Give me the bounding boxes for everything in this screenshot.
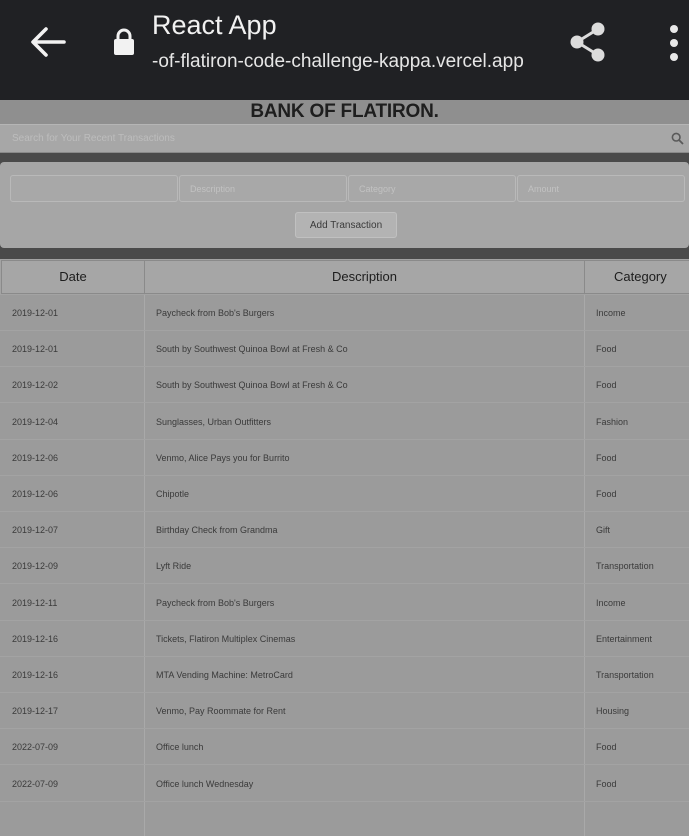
column-header-category[interactable]: Category xyxy=(584,260,689,294)
search-input[interactable] xyxy=(0,125,665,152)
cell-description: South by Southwest Quinoa Bowl at Fresh … xyxy=(156,344,348,355)
search-icon[interactable] xyxy=(671,132,684,145)
share-icon[interactable] xyxy=(566,20,610,64)
cell-description: Birthday Check from Grandma xyxy=(156,525,278,536)
cell-description: Office lunch xyxy=(156,742,204,753)
cell-category: Food xyxy=(596,742,617,753)
date-field[interactable] xyxy=(10,175,178,202)
cell-description: Lyft Ride xyxy=(156,561,192,572)
transactions-table: Date Description Category 2019-12-01 Payc… xyxy=(0,259,689,836)
cell-date: 2019-12-06 xyxy=(12,489,59,499)
back-arrow-icon[interactable] xyxy=(28,24,68,60)
table-row[interactable]: 2022-07-09 Office lunch Wednesday Food xyxy=(0,766,689,802)
table-row[interactable]: 2019-12-07 Birthday Check from Grandma Gif… xyxy=(0,512,689,549)
cell-description: Venmo, Pay Roommate for Rent xyxy=(156,706,286,717)
table-row[interactable]: 2022-07-09 Office lunch Food xyxy=(0,729,689,766)
cell-description: MTA Vending Machine: MetroCard xyxy=(156,670,293,680)
cell-date: 2019-12-09 xyxy=(12,561,59,572)
table-row[interactable]: 2019-12-06 Venmo, Alice Pays you for Burr… xyxy=(0,440,689,476)
description-field[interactable] xyxy=(179,175,347,202)
amount-field[interactable] xyxy=(517,175,685,202)
cell-description: Paycheck from Bob's Burgers xyxy=(156,308,275,318)
table-row[interactable]: 2019-12-17 Venmo, Pay Roommate for Rent Ho… xyxy=(0,693,689,730)
cell-date: 2019-12-07 xyxy=(12,525,59,536)
cell-date: 2019-12-17 xyxy=(12,706,59,717)
cell-description: Office lunch Wednesday xyxy=(156,778,254,789)
tab-title: React App xyxy=(152,10,277,40)
cell-category: Housing xyxy=(596,706,630,717)
cell-date: 2019-12-02 xyxy=(12,380,59,391)
table-row[interactable]: 2019-12-04 Sunglasses, Urban Outfitters Fa… xyxy=(0,404,689,440)
cell-description: South by Southwest Quinoa Bowl at Fresh … xyxy=(156,380,348,391)
table-row[interactable]: 2019-12-02 South by Southwest Quinoa Bowl… xyxy=(0,367,689,404)
url-text[interactable]: -of-flatiron-code-challenge-kappa.vercel… xyxy=(152,51,524,73)
cell-date: 2019-12-11 xyxy=(12,597,58,608)
cell-description: Chipotle xyxy=(156,489,190,499)
more-vert-icon[interactable] xyxy=(664,22,684,64)
cell-date: 2019-12-06 xyxy=(12,452,59,463)
table-row[interactable]: 2019-12-09 Lyft Ride Transportation xyxy=(0,548,689,585)
search-bar xyxy=(0,124,689,153)
cell-description: Paycheck from Bob's Burgers xyxy=(156,597,275,608)
column-header-description[interactable]: Description xyxy=(144,260,585,294)
cell-description: Venmo, Alice Pays you for Burrito xyxy=(156,452,290,463)
cell-category: Transportation xyxy=(596,561,654,572)
browser-toolbar: React App -of-flatiron-code-challenge-ka… xyxy=(0,0,689,100)
add-transaction-button[interactable]: Add Transaction xyxy=(295,212,397,238)
cell-category: Transportation xyxy=(596,670,654,680)
app-header: BANK OF FLATIRON. xyxy=(0,100,689,124)
cell-category: Food xyxy=(596,344,617,355)
cell-date: 2019-12-04 xyxy=(12,416,59,427)
cell-date: 2019-12-01 xyxy=(12,308,59,318)
cell-category: Fashion xyxy=(596,416,629,427)
cell-category: Income xyxy=(596,308,626,318)
table-row[interactable]: 2019-12-16 MTA Vending Machine: MetroCard… xyxy=(0,657,689,693)
cell-description: Sunglasses, Urban Outfitters xyxy=(156,416,272,427)
lock-icon xyxy=(114,28,134,55)
add-transaction-form: Add Transaction xyxy=(0,162,689,248)
cell-category: Entertainment xyxy=(596,633,653,644)
cell-category: Income xyxy=(596,597,626,608)
table-row[interactable]: 2019-12-11 Paycheck from Bob's Burgers Inc… xyxy=(0,585,689,621)
cell-category: Food xyxy=(596,452,617,463)
app-title: BANK OF FLATIRON. xyxy=(250,101,439,122)
column-header-date[interactable]: Date xyxy=(1,260,145,294)
table-row[interactable]: 2019-12-06 Chipotle Food xyxy=(0,476,689,512)
cell-date: 2022-07-09 xyxy=(12,778,59,789)
table-row[interactable]: 2019-12-01 South by Southwest Quinoa Bowl… xyxy=(0,331,689,368)
cell-category: Food xyxy=(596,380,617,391)
cell-description: Tickets, Flatiron Multiplex Cinemas xyxy=(156,633,296,644)
cell-date: 2019-12-16 xyxy=(12,670,59,680)
table-row[interactable]: 2019-12-01 Paycheck from Bob's Burgers Inc… xyxy=(0,295,689,331)
category-field[interactable] xyxy=(348,175,516,202)
app-page: BANK OF FLATIRON. Add Transaction Date D… xyxy=(0,100,689,836)
table-row[interactable]: 2019-12-16 Tickets, Flatiron Multiplex Ci… xyxy=(0,621,689,657)
cell-date: 2019-12-01 xyxy=(12,344,59,355)
cell-date: 2019-12-16 xyxy=(12,633,59,644)
cell-category: Food xyxy=(596,778,617,789)
cell-category: Gift xyxy=(596,525,611,536)
table-header: Date Description Category xyxy=(0,259,689,295)
cell-category: Food xyxy=(596,489,617,499)
cell-date: 2022-07-09 xyxy=(12,742,59,753)
